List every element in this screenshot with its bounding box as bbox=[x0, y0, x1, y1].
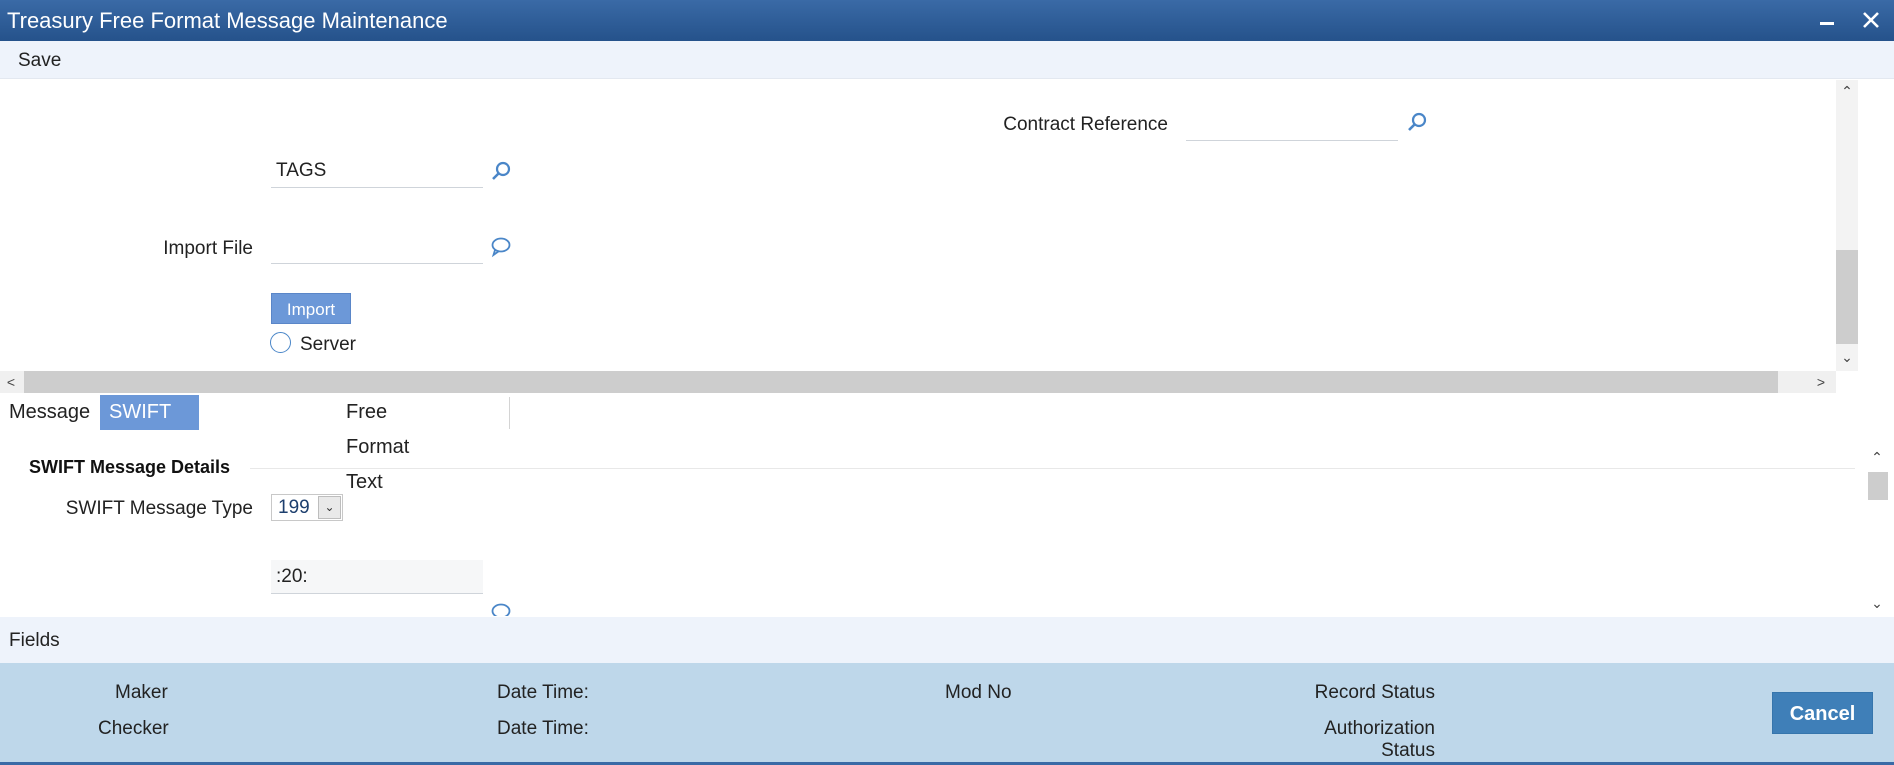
import-file-label: Import File bbox=[163, 238, 253, 259]
contract-reference-input[interactable] bbox=[1186, 107, 1398, 141]
scrollbar-thumb[interactable] bbox=[24, 371, 1778, 393]
horizontal-scrollbar[interactable]: < > bbox=[0, 371, 1836, 393]
lower-vertical-scrollbar[interactable]: ⌃ ⌄ bbox=[1866, 446, 1888, 616]
fields-link[interactable]: Fields bbox=[9, 630, 60, 652]
scroll-down-icon[interactable]: ⌄ bbox=[1838, 348, 1856, 366]
import-button[interactable]: Import bbox=[271, 293, 351, 324]
save-button[interactable]: Save bbox=[18, 50, 61, 72]
maker-label: Maker bbox=[115, 682, 168, 703]
contract-reference-label: Contract Reference bbox=[1003, 114, 1168, 135]
speech-bubble-icon[interactable] bbox=[490, 236, 512, 258]
minimize-icon bbox=[1820, 22, 1834, 25]
swift-message-type-select[interactable]: 199 ⌄ bbox=[271, 494, 343, 521]
authorization-status-label: Authorization Status bbox=[1324, 718, 1435, 761]
import-file-input[interactable] bbox=[271, 230, 483, 264]
scroll-up-icon[interactable]: ⌃ bbox=[1868, 448, 1886, 466]
window-title: Treasury Free Format Message Maintenance bbox=[7, 8, 448, 33]
audit-footer bbox=[0, 663, 1894, 765]
fields-bar: Fields bbox=[0, 617, 1894, 663]
toolbar: Save bbox=[0, 41, 1894, 79]
minimize-button[interactable] bbox=[1813, 6, 1841, 34]
close-icon bbox=[1863, 12, 1879, 28]
chevron-down-icon[interactable]: ⌄ bbox=[318, 496, 341, 519]
tab-divider bbox=[509, 397, 510, 429]
scroll-up-icon[interactable]: ⌃ bbox=[1838, 82, 1856, 100]
magnifier-icon[interactable] bbox=[1406, 111, 1428, 133]
checker-label: Checker bbox=[98, 718, 169, 739]
scrollbar-thumb[interactable] bbox=[1868, 472, 1888, 500]
maker-date-time-label: Date Time: bbox=[497, 682, 589, 703]
speech-bubble-icon[interactable] bbox=[490, 602, 512, 616]
tab-message[interactable]: Message bbox=[0, 395, 99, 430]
field-20-input[interactable]: :20: bbox=[271, 560, 483, 594]
tab-free-format-text[interactable]: Free Format Text bbox=[337, 395, 418, 493]
cancel-button[interactable]: Cancel bbox=[1772, 692, 1873, 734]
section-divider bbox=[250, 468, 1855, 469]
magnifier-icon[interactable] bbox=[490, 160, 512, 182]
tab-swift-message-details[interactable]: SWIFT Message Details bbox=[100, 395, 200, 493]
scroll-left-icon[interactable]: < bbox=[2, 373, 20, 391]
title-bar: Treasury Free Format Message Maintenance bbox=[0, 0, 1894, 41]
scroll-down-icon[interactable]: ⌄ bbox=[1868, 594, 1886, 612]
upper-vertical-scrollbar[interactable]: ⌃ ⌄ bbox=[1836, 80, 1858, 371]
scrollbar-thumb[interactable] bbox=[1836, 250, 1858, 344]
close-button[interactable] bbox=[1857, 6, 1885, 34]
tags-input[interactable]: TAGS bbox=[271, 154, 483, 188]
server-radio-label: Server bbox=[300, 334, 356, 355]
checker-date-time-label: Date Time: bbox=[497, 718, 589, 739]
server-radio[interactable] bbox=[270, 332, 291, 353]
mod-no-label: Mod No bbox=[945, 682, 1012, 703]
swift-message-type-value: 199 bbox=[278, 497, 310, 518]
record-status-label: Record Status bbox=[1314, 682, 1435, 703]
swift-message-type-label: SWIFT Message Type bbox=[65, 498, 253, 519]
scroll-right-icon[interactable]: > bbox=[1812, 373, 1830, 391]
section-title: SWIFT Message Details bbox=[29, 457, 231, 477]
